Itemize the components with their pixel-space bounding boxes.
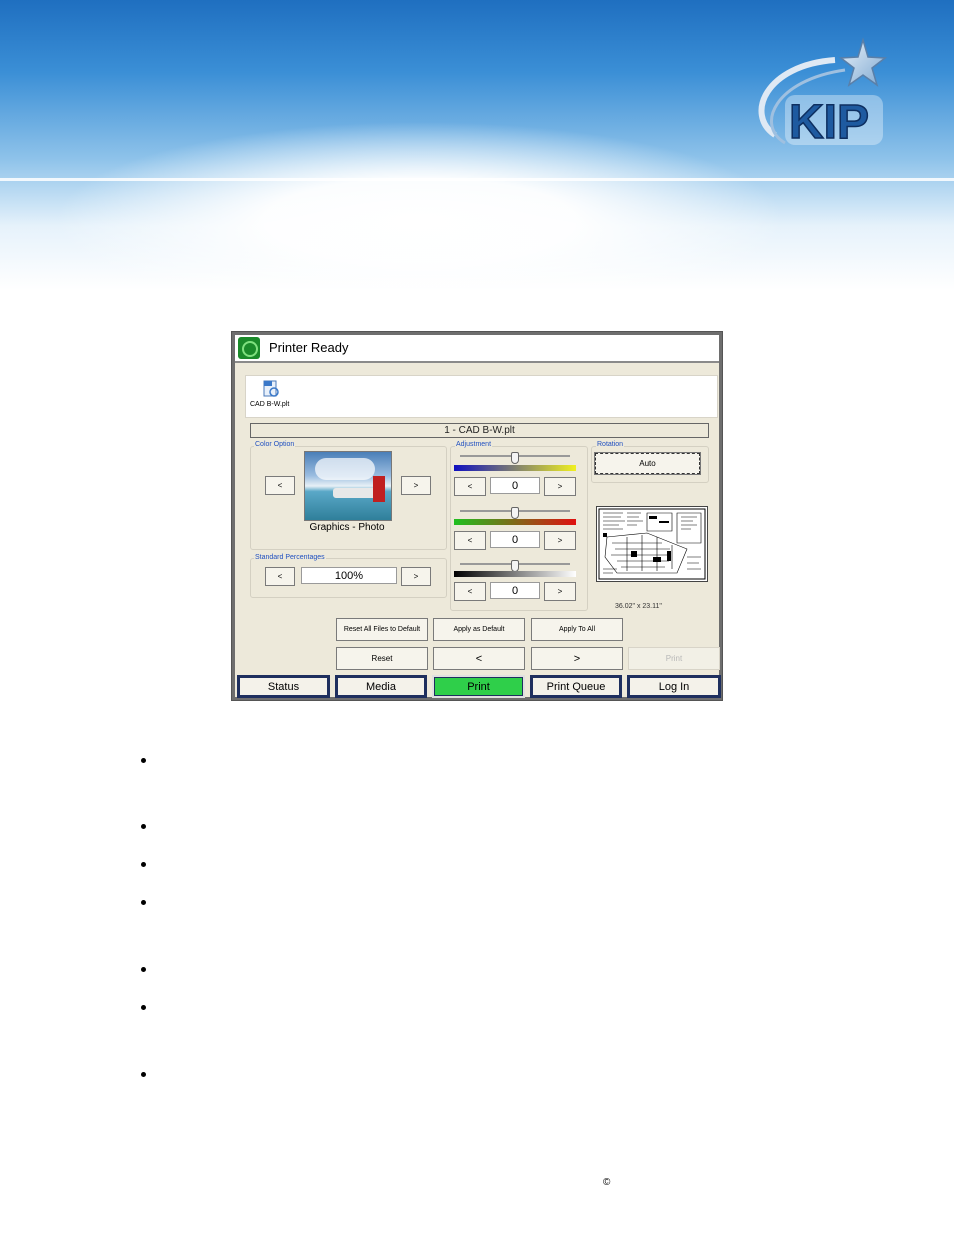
- apply-as-default-button[interactable]: Apply as Default: [433, 618, 525, 641]
- blue-yellow-gradient: [454, 465, 576, 471]
- adjustment-3-value[interactable]: 0: [490, 582, 540, 599]
- adjustment-2-value[interactable]: 0: [490, 531, 540, 548]
- copyright-symbol: ©: [603, 1177, 611, 1188]
- tab-print[interactable]: Print: [432, 675, 525, 698]
- tab-print-queue-label: Print Queue: [533, 678, 619, 695]
- adjustment-slider-1-thumb[interactable]: [511, 452, 519, 464]
- print-preview-thumbnail: [596, 506, 708, 582]
- bullet-point: [141, 967, 146, 972]
- tab-status-label: Status: [240, 678, 327, 695]
- plt-file-icon[interactable]: [262, 380, 280, 398]
- adjustment-2-increase-button[interactable]: >: [544, 531, 576, 550]
- reset-all-files-button[interactable]: Reset All Files to Default: [336, 618, 428, 641]
- tab-log-in-label: Log In: [630, 678, 718, 695]
- adjustment-1-increase-button[interactable]: >: [544, 477, 576, 496]
- percentage-field[interactable]: 100%: [301, 567, 397, 584]
- tab-status[interactable]: Status: [237, 675, 330, 698]
- tab-print-label: Print: [435, 678, 522, 695]
- adjustment-2-decrease-button[interactable]: <: [454, 531, 486, 550]
- status-title: Printer Ready: [269, 340, 349, 355]
- adjustment-3-increase-button[interactable]: >: [544, 582, 576, 601]
- banner-divider: [0, 178, 954, 181]
- previous-file-button[interactable]: <: [433, 647, 525, 670]
- next-file-button[interactable]: >: [531, 647, 623, 670]
- header-banner: KIP: [0, 0, 954, 290]
- file-name[interactable]: CAD B-W.plt: [250, 401, 289, 408]
- color-option-next-button[interactable]: >: [401, 476, 431, 495]
- file-list: CAD B-W.plt: [245, 375, 718, 418]
- bullet-point: [141, 824, 146, 829]
- standard-percentages-label: Standard Percentages: [254, 554, 326, 561]
- tab-media-label: Media: [338, 678, 424, 695]
- bullet-point: [141, 900, 146, 905]
- tab-media[interactable]: Media: [335, 675, 427, 698]
- adjustment-slider-2-thumb[interactable]: [511, 507, 519, 519]
- document-title: 1 - CAD B-W.plt: [250, 423, 709, 438]
- color-option-label: Color Option: [254, 441, 296, 448]
- bullet-point: [141, 862, 146, 867]
- apply-to-all-button[interactable]: Apply To All: [531, 618, 623, 641]
- adjustment-3-decrease-button[interactable]: <: [454, 582, 486, 601]
- rotation-label: Rotation: [596, 441, 625, 448]
- logo-text: KIP: [789, 96, 869, 149]
- color-mode-label: Graphics - Photo: [309, 522, 385, 533]
- rotation-auto-button[interactable]: Auto: [594, 452, 701, 475]
- print-button-disabled: Print: [628, 647, 720, 670]
- page-dimensions: 36.02" x 23.11": [615, 603, 662, 610]
- black-white-gradient: [454, 571, 576, 577]
- kip-logo: KIP: [758, 37, 888, 150]
- adjustment-1-value[interactable]: 0: [490, 477, 540, 494]
- status-bar: Printer Ready: [235, 335, 719, 363]
- power-icon[interactable]: [238, 337, 260, 359]
- green-red-gradient: [454, 519, 576, 525]
- percentage-next-button[interactable]: >: [401, 567, 431, 586]
- adjustment-label: Adjustment: [455, 441, 493, 448]
- tab-log-in[interactable]: Log In: [627, 675, 721, 698]
- reset-button[interactable]: Reset: [336, 647, 428, 670]
- bullet-point: [141, 1072, 146, 1077]
- color-option-prev-button[interactable]: <: [265, 476, 295, 495]
- percentage-prev-button[interactable]: <: [265, 567, 295, 586]
- bullet-point: [141, 1005, 146, 1010]
- tab-print-queue[interactable]: Print Queue: [530, 675, 622, 698]
- adjustment-1-decrease-button[interactable]: <: [454, 477, 486, 496]
- color-mode-preview-image: [304, 451, 392, 521]
- bullet-point: [141, 758, 146, 763]
- print-app-window: Printer Ready CAD B-W.plt 1 - CAD B-W.pl…: [231, 331, 723, 701]
